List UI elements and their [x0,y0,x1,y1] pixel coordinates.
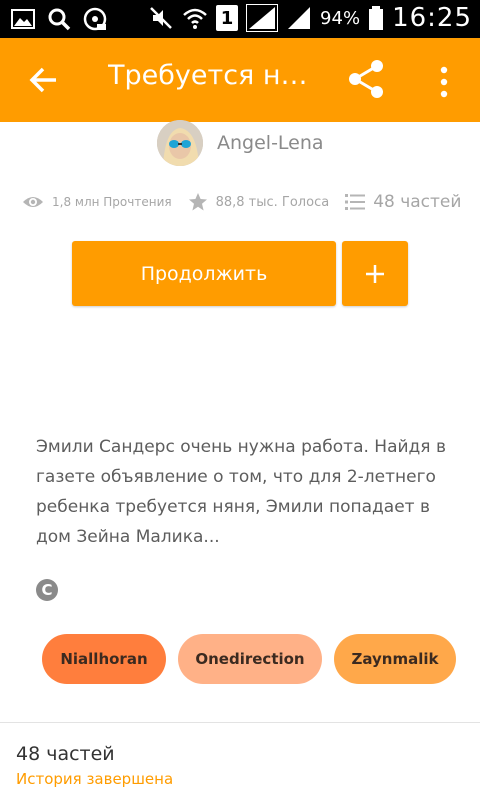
clock: 16:25 [392,3,472,33]
disc-icon [83,7,107,31]
tag-niallhoran[interactable]: Niallhoran [42,634,166,684]
battery-percent: 94% [320,7,361,29]
stats-row: 1,8 млн Прочтения 88,8 тыс. Голоса 48 ча… [22,192,461,212]
back-arrow-icon[interactable] [24,60,64,100]
avatar[interactable] [157,120,203,166]
parts-count-stat: 48 частей [373,192,462,212]
story-description: Эмили Сандерс очень нужна работа. Найдя … [36,437,446,547]
votes-count: 88,8 тыс. Голоса [215,194,330,210]
more-vert-icon[interactable] [430,62,458,102]
signal-icon [246,4,279,32]
copyright-icon[interactable]: C [36,579,58,601]
mute-icon [150,7,172,29]
sim-badge: 1 [216,5,239,31]
continue-button[interactable]: Продолжить [72,241,336,306]
battery-icon [369,6,384,30]
reads-count: 1,8 млн Прочтения [52,195,172,209]
votes-stat: 88,8 тыс. Голоса [188,192,330,212]
tag-onedirection[interactable]: Onedirection [178,634,322,684]
continue-button-label: Продолжить [140,262,268,285]
signal-icon-2 [288,7,311,29]
divider [0,722,480,723]
eye-icon [23,197,43,207]
add-to-library-button[interactable] [342,241,408,306]
author-row[interactable]: Angel-Lena [157,120,324,166]
page-title: Требуется няня [108,60,318,91]
reads-stat: 1,8 млн Прочтения [22,194,172,210]
footer-parts-count[interactable]: 48 частей [16,743,115,765]
star-icon [188,193,207,211]
search-icon [48,8,71,31]
wifi-icon [183,8,207,29]
app-bar: Требуется няня [0,38,480,122]
gallery-icon [11,9,35,29]
status-bar: 1 94% 16:25 [0,0,480,38]
tag-zaynmalik[interactable]: Zaynmalik [334,634,456,684]
author-name[interactable]: Angel-Lena [217,132,324,154]
list-icon [345,194,366,210]
parts-stat: 48 частей [345,192,461,212]
share-icon[interactable] [346,58,388,100]
tags-row: Niallhoran Onedirection Zaynmalik [42,634,456,684]
plus-icon [366,264,384,283]
story-status: История завершена [16,770,174,788]
